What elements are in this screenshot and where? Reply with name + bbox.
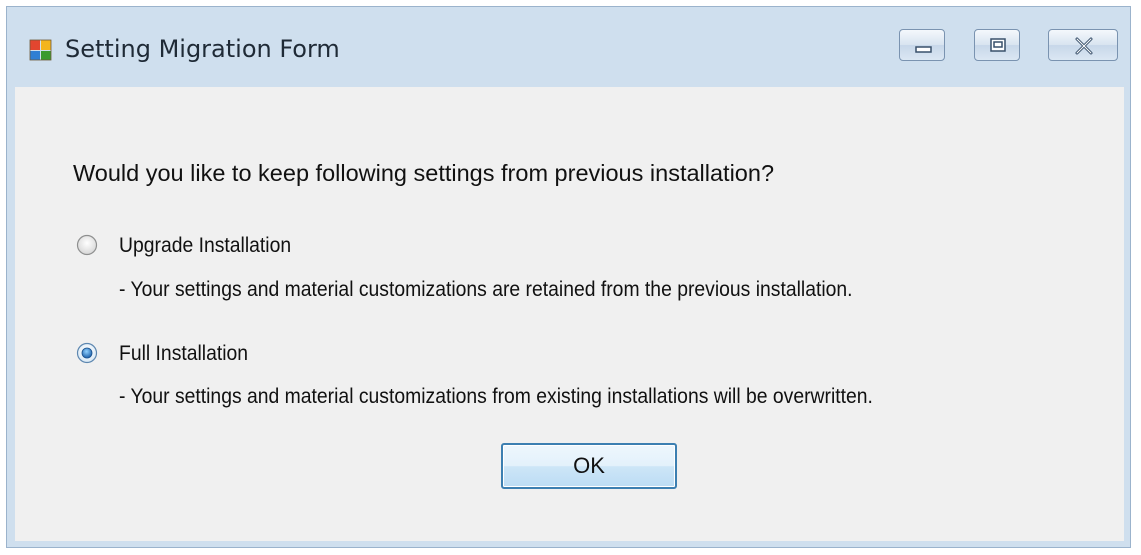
window-title: Setting Migration Form (65, 35, 340, 63)
dialog-window: Setting Migration Form Would you like to… (6, 6, 1131, 548)
full-installation-label[interactable]: Full Installation (119, 341, 248, 366)
full-installation-radio[interactable] (76, 342, 98, 364)
close-icon (1075, 37, 1093, 55)
maximize-icon (990, 38, 1006, 52)
ok-button[interactable]: OK (501, 443, 677, 489)
windows-form-app-icon (29, 39, 52, 61)
upgrade-installation-description: - Your settings and material customizati… (119, 277, 853, 301)
close-button[interactable] (1048, 29, 1118, 61)
prompt-question: Would you like to keep following setting… (73, 160, 775, 186)
minimize-button[interactable] (899, 29, 945, 61)
upgrade-installation-label[interactable]: Upgrade Installation (119, 233, 291, 258)
maximize-button[interactable] (974, 29, 1020, 61)
full-installation-description: - Your settings and material customizati… (119, 384, 873, 408)
dialog-body: Would you like to keep following setting… (15, 87, 1124, 541)
minimize-icon (915, 46, 932, 53)
title-bar[interactable]: Setting Migration Form (7, 7, 1130, 87)
upgrade-installation-radio[interactable] (76, 234, 98, 256)
